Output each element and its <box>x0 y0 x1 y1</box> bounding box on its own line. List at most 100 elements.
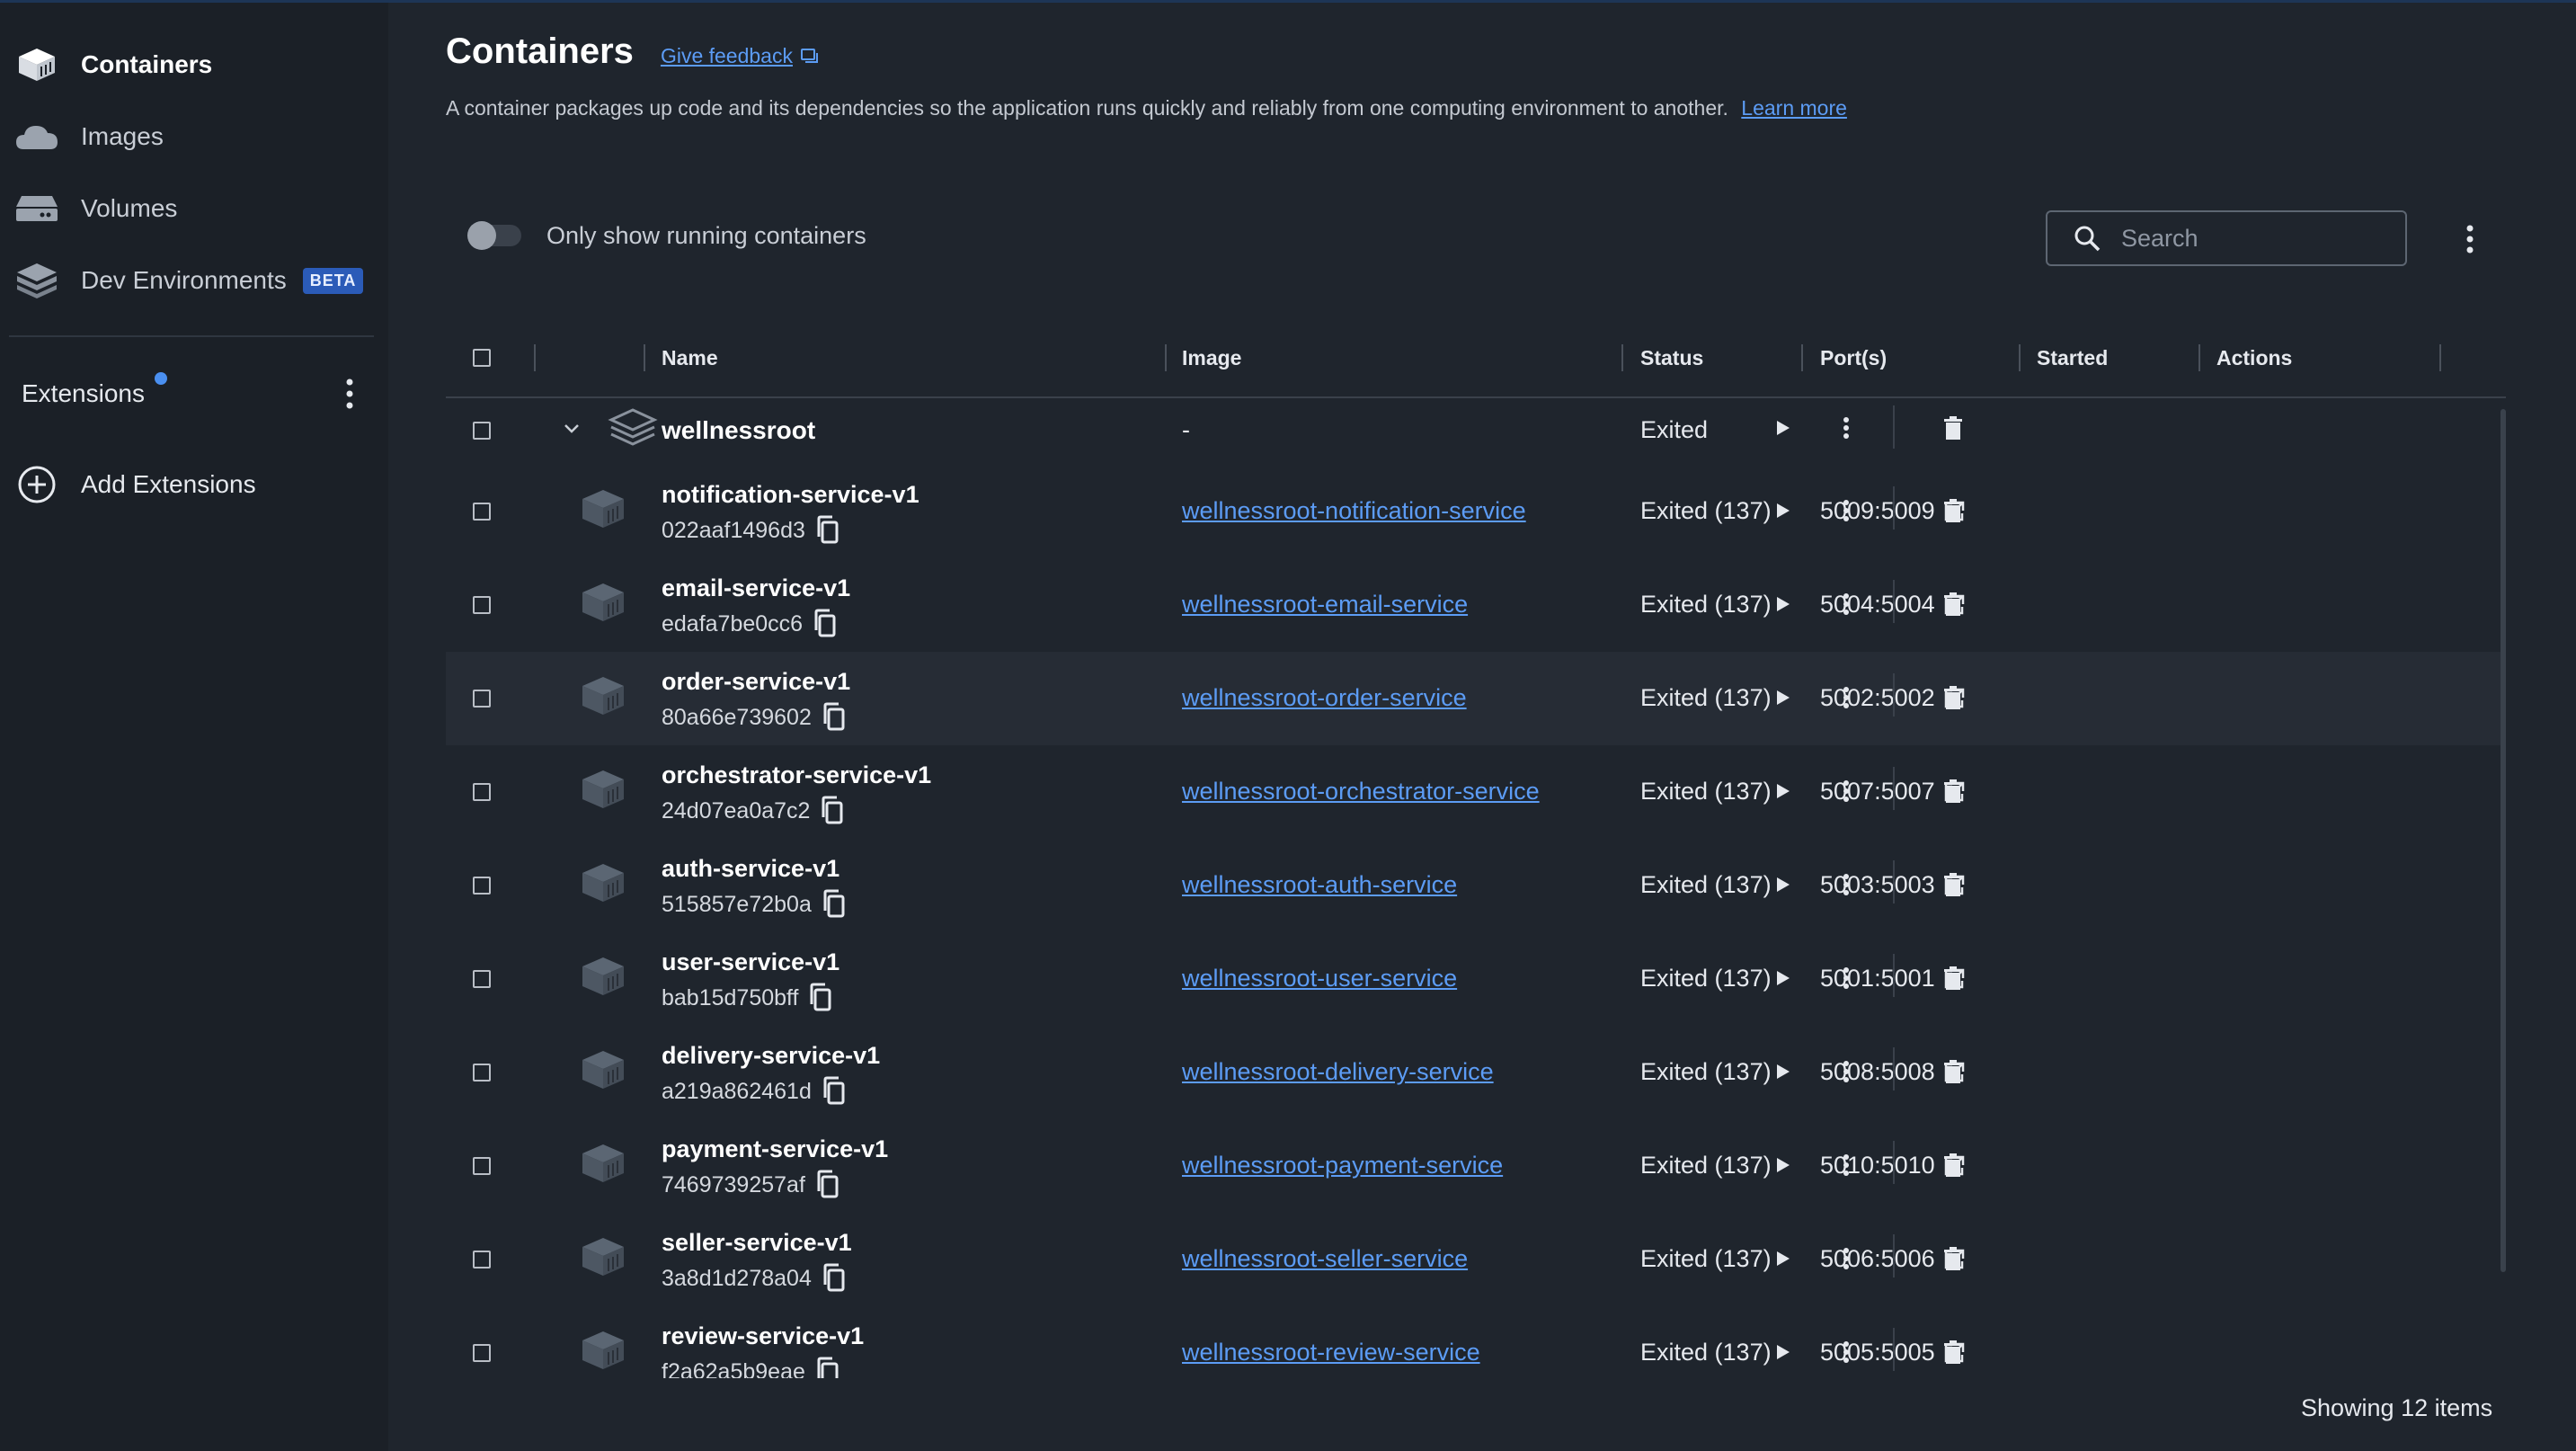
start-button[interactable] <box>1767 776 1798 806</box>
chevron-down-icon[interactable] <box>561 418 582 440</box>
container-name[interactable]: orchestrator-service-v1 <box>662 761 931 789</box>
row-checkbox[interactable] <box>473 1344 491 1362</box>
container-name[interactable]: user-service-v1 <box>662 948 839 976</box>
copy-icon[interactable] <box>819 796 846 826</box>
delete-button[interactable] <box>1938 1243 1968 1274</box>
image-link[interactable]: wellnessroot-order-service <box>1182 684 1467 712</box>
container-name[interactable]: review-service-v1 <box>662 1322 864 1350</box>
copy-icon[interactable] <box>821 702 848 733</box>
delete-button[interactable] <box>1938 1337 1968 1367</box>
row-menu-button[interactable] <box>1831 1337 1861 1367</box>
sidebar-item-containers[interactable]: Containers <box>14 33 212 96</box>
start-button[interactable] <box>1767 1150 1798 1180</box>
table-row[interactable]: user-service-v1 bab15d750bff wellnessroot-… <box>446 932 2506 1026</box>
sidebar-item-images[interactable]: Images <box>14 105 164 168</box>
table-row[interactable]: seller-service-v1 3a8d1d278a04 wellnessroo… <box>446 1213 2506 1306</box>
copy-icon[interactable] <box>814 515 841 546</box>
start-button[interactable] <box>1767 589 1798 619</box>
copy-icon[interactable] <box>821 1076 848 1107</box>
image-link[interactable]: wellnessroot-payment-service <box>1182 1152 1503 1179</box>
add-extensions-button[interactable]: Add Extensions <box>16 459 256 510</box>
row-menu-button[interactable] <box>1831 495 1861 526</box>
start-button[interactable] <box>1767 869 1798 900</box>
row-checkbox[interactable] <box>473 690 491 708</box>
row-menu-button[interactable] <box>1831 1056 1861 1087</box>
row-checkbox[interactable] <box>473 1251 491 1269</box>
container-name[interactable]: seller-service-v1 <box>662 1229 852 1257</box>
row-checkbox[interactable] <box>473 1157 491 1175</box>
image-link[interactable]: wellnessroot-email-service <box>1182 591 1468 619</box>
image-link[interactable]: wellnessroot-notification-service <box>1182 497 1526 525</box>
row-checkbox[interactable] <box>473 503 491 521</box>
row-checkbox[interactable] <box>473 422 491 440</box>
row-menu-button[interactable] <box>1831 1150 1861 1180</box>
row-menu-button[interactable] <box>1831 589 1861 619</box>
sidebar-item-dev-environments[interactable]: Dev Environments BETA <box>14 249 364 312</box>
copy-icon[interactable] <box>814 1357 841 1378</box>
row-menu-button[interactable] <box>1831 963 1861 993</box>
table-row[interactable]: auth-service-v1 515857e72b0a wellnessroot-… <box>446 839 2506 932</box>
vertical-scrollbar[interactable] <box>2500 409 2506 1272</box>
start-button[interactable] <box>1767 495 1798 526</box>
group-row[interactable]: wellnessroot - Exited <box>446 398 2506 463</box>
delete-button[interactable] <box>1938 589 1968 619</box>
table-row[interactable]: delivery-service-v1 a219a862461d wellnessr… <box>446 1026 2506 1119</box>
start-button[interactable] <box>1767 1243 1798 1274</box>
row-checkbox[interactable] <box>473 970 491 988</box>
copy-icon[interactable] <box>807 983 834 1013</box>
image-link[interactable]: wellnessroot-delivery-service <box>1182 1058 1494 1086</box>
copy-icon[interactable] <box>821 1263 848 1294</box>
container-name[interactable]: payment-service-v1 <box>662 1135 888 1163</box>
delete-button[interactable] <box>1938 682 1968 713</box>
row-checkbox[interactable] <box>473 596 491 614</box>
start-button[interactable] <box>1767 1337 1798 1367</box>
row-menu-button[interactable] <box>1831 776 1861 806</box>
row-menu-button[interactable] <box>1831 869 1861 900</box>
row-menu-button[interactable] <box>1831 413 1861 443</box>
container-name[interactable]: order-service-v1 <box>662 668 850 696</box>
row-menu-button[interactable] <box>1831 1243 1861 1274</box>
image-link[interactable]: wellnessroot-seller-service <box>1182 1245 1468 1273</box>
delete-button[interactable] <box>1938 495 1968 526</box>
image-link[interactable]: wellnessroot-orchestrator-service <box>1182 778 1540 806</box>
row-checkbox[interactable] <box>473 1064 491 1082</box>
start-button[interactable] <box>1767 413 1798 443</box>
image-link[interactable]: wellnessroot-auth-service <box>1182 871 1457 899</box>
copy-icon[interactable] <box>821 889 848 920</box>
column-header-status[interactable]: Status <box>1640 319 1703 396</box>
table-row[interactable]: email-service-v1 edafa7be0cc6 wellnessroot… <box>446 558 2506 652</box>
table-row[interactable]: notification-service-v1 022aaf1496d3 welln… <box>446 465 2506 558</box>
sidebar-item-volumes[interactable]: Volumes <box>14 177 177 240</box>
container-name[interactable]: notification-service-v1 <box>662 481 919 509</box>
delete-button[interactable] <box>1938 1056 1968 1087</box>
extensions-menu-icon[interactable] <box>336 378 363 410</box>
delete-button[interactable] <box>1938 1150 1968 1180</box>
copy-icon[interactable] <box>812 609 839 639</box>
start-button[interactable] <box>1767 1056 1798 1087</box>
container-name[interactable]: email-service-v1 <box>662 574 850 602</box>
start-button[interactable] <box>1767 963 1798 993</box>
column-header-started[interactable]: Started <box>2037 319 2108 396</box>
container-name[interactable]: auth-service-v1 <box>662 855 839 883</box>
image-link[interactable]: wellnessroot-review-service <box>1182 1339 1480 1366</box>
start-button[interactable] <box>1767 682 1798 713</box>
delete-button[interactable] <box>1938 869 1968 900</box>
table-row[interactable]: order-service-v1 80a66e739602 wellnessroot… <box>446 652 2506 745</box>
container-name[interactable]: delivery-service-v1 <box>662 1042 880 1070</box>
extensions-section[interactable]: Extensions <box>22 367 363 421</box>
row-checkbox[interactable] <box>473 783 491 801</box>
row-checkbox[interactable] <box>473 877 491 895</box>
delete-button[interactable] <box>1938 776 1968 806</box>
table-row[interactable]: payment-service-v1 7469739257af wellnessro… <box>446 1119 2506 1213</box>
delete-button[interactable] <box>1938 963 1968 993</box>
column-header-ports[interactable]: Port(s) <box>1820 319 1887 396</box>
delete-button[interactable] <box>1938 413 1968 443</box>
table-row[interactable]: review-service-v1 f2a62a5b9eae wellnessroo… <box>446 1306 2506 1378</box>
column-header-image[interactable]: Image <box>1182 319 1241 396</box>
table-row[interactable]: orchestrator-service-v1 24d07ea0a7c2 welln… <box>446 745 2506 839</box>
column-header-name[interactable]: Name <box>662 319 718 396</box>
image-link[interactable]: wellnessroot-user-service <box>1182 965 1457 993</box>
select-all-checkbox[interactable] <box>473 349 491 367</box>
copy-icon[interactable] <box>814 1170 841 1200</box>
row-menu-button[interactable] <box>1831 682 1861 713</box>
